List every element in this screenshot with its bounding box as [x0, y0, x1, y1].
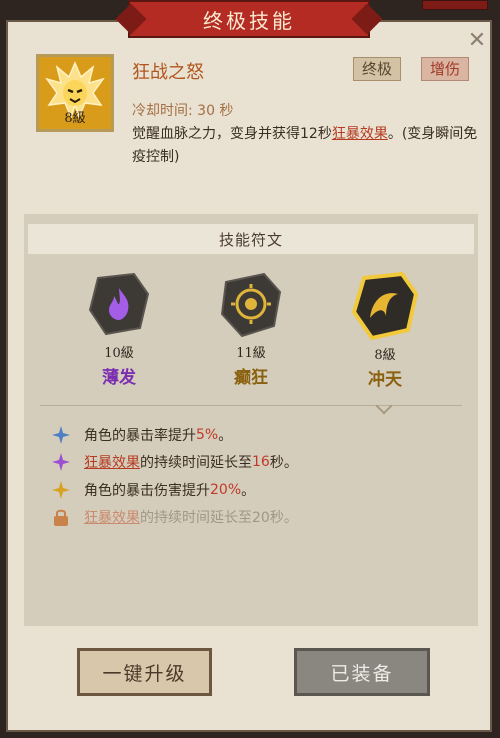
title-banner: 终极技能 — [128, 0, 370, 38]
panel-title: 终极技能 — [203, 8, 295, 33]
rune-level: 11級 — [236, 346, 266, 361]
berserk-effect-link[interactable]: 狂暴效果 — [332, 126, 388, 142]
game-frame: 终极技能 ✕ 8級 狂战之怒 终极 增伤 冷却时间: 30 秒 觉醒血脉之力，变… — [0, 0, 500, 738]
skill-icon: 8級 — [36, 54, 114, 132]
gold-star-icon — [52, 481, 70, 499]
effect-text-end: 秒。 — [269, 455, 298, 471]
effect-row-locked: 狂暴效果 的持续时间延长至20秒。 — [52, 507, 298, 527]
effect-text-end: 。 — [218, 428, 233, 444]
skill-name: 狂战之怒 — [132, 62, 204, 83]
one-click-upgrade-button[interactable]: 一键升级 — [77, 648, 212, 696]
effect-row: 狂暴效果 的持续时间延长至 16 秒。 — [52, 452, 298, 472]
purple-star-icon — [52, 453, 70, 471]
rune-divider — [40, 405, 462, 406]
gold-wing-rune-icon — [351, 271, 419, 341]
rune-item-chongtian[interactable]: 8級 冲天 — [340, 270, 430, 390]
effect-row: 角色的暴击率提升 5%。 — [52, 425, 232, 445]
rune-name: 癫狂 — [234, 368, 268, 388]
rune-header-title: 技能符文 — [218, 230, 283, 249]
effect-text: 角色的暴击伤害提升 — [84, 483, 210, 499]
rune-level: 10級 — [104, 346, 134, 361]
effect-text: 的持续时间延长至 — [140, 455, 252, 471]
effect-row: 角色的暴击伤害提升 20%。 — [52, 480, 255, 500]
lock-icon — [54, 509, 68, 526]
desc-prefix: 觉醒血脉之力，变身并获得12秒 — [132, 126, 332, 142]
rune-item-bofa[interactable]: 10級 薄发 — [74, 270, 164, 388]
effect-text: 的持续时间延长至20秒。 — [140, 510, 298, 526]
close-icon[interactable]: ✕ — [466, 30, 488, 52]
blue-star-icon — [52, 426, 70, 444]
top-corner-tab — [422, 0, 488, 10]
tag-damage-boost: 增伤 — [421, 57, 470, 81]
rune-header: 技能符文 — [28, 224, 474, 254]
effect-value: 5% — [196, 427, 219, 443]
berserk-effect-link[interactable]: 狂暴效果 — [84, 507, 140, 527]
cooldown-text: 冷却时间: 30 秒 — [132, 103, 234, 119]
rune-name: 薄发 — [102, 368, 136, 388]
effect-text-end: 。 — [241, 483, 256, 499]
skill-description: 觉醒血脉之力，变身并获得12秒狂暴效果。(变身瞬间免疫控制) — [132, 123, 482, 169]
effect-value: 20% — [210, 482, 242, 498]
rune-level: 8級 — [374, 348, 396, 363]
effect-value: 16 — [252, 454, 270, 470]
gold-eye-rune-icon — [220, 272, 282, 338]
berserk-effect-link[interactable]: 狂暴效果 — [84, 452, 140, 472]
rune-name: 冲天 — [368, 370, 402, 390]
effect-text: 角色的暴击率提升 — [84, 428, 196, 444]
equipped-button[interactable]: 已装备 — [294, 648, 430, 696]
tag-ultimate: 终极 — [353, 57, 402, 81]
rune-item-dianjuang[interactable]: 11級 癫狂 — [206, 270, 296, 388]
purple-flame-rune-icon — [88, 272, 150, 336]
skill-level: 8級 — [64, 111, 86, 126]
